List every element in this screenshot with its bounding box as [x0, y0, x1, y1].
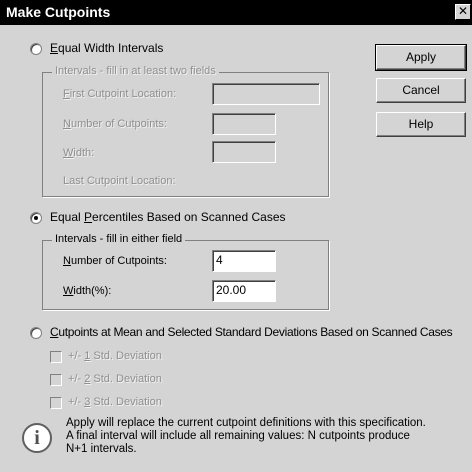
- title-bar[interactable]: Make Cutpoints ✕: [0, 0, 472, 25]
- last-cutpoint-label: Last Cutpoint Location:: [63, 175, 176, 187]
- equal-width-radio[interactable]: [30, 43, 42, 55]
- sd2-label: +/- 2 Std. Deviation: [68, 373, 162, 385]
- pct-num-cutpoints-field[interactable]: 4: [212, 250, 276, 272]
- first-cutpoint-field[interactable]: [212, 83, 320, 105]
- eq-width-num-cutpoints-field[interactable]: [212, 113, 276, 135]
- sd1-checkbox[interactable]: [50, 351, 62, 363]
- apply-button[interactable]: Apply: [375, 44, 467, 71]
- equal-percentiles-group: [42, 240, 329, 310]
- mean-sd-radio[interactable]: [30, 327, 42, 339]
- sd2-checkbox[interactable]: [50, 374, 62, 386]
- cancel-button[interactable]: Cancel: [376, 78, 466, 103]
- equal-width-label[interactable]: Equal Width Intervals: [50, 41, 163, 55]
- eq-width-width-label: Width:: [63, 147, 95, 159]
- equal-width-group-legend: Intervals - fill in at least two fields: [52, 65, 219, 77]
- pct-width-label: Width(%):: [63, 285, 112, 297]
- sd1-label: +/- 1 Std. Deviation: [68, 350, 162, 362]
- window-title: Make Cutpoints: [6, 4, 111, 20]
- mean-sd-label[interactable]: Cutpoints at Mean and Selected Standard …: [50, 325, 453, 339]
- info-message: Apply will replace the current cutpoint …: [66, 417, 466, 456]
- equal-percentiles-label[interactable]: Equal Percentiles Based on Scanned Cases: [50, 210, 286, 224]
- equal-percentiles-radio[interactable]: [30, 212, 42, 224]
- sd3-checkbox[interactable]: [50, 397, 62, 409]
- first-cutpoint-label: First Cutpoint Location:: [63, 88, 177, 100]
- eq-width-width-field[interactable]: [212, 141, 276, 163]
- sd3-label: +/- 3 Std. Deviation: [68, 396, 162, 408]
- info-line-3: N+1 intervals.: [66, 443, 137, 455]
- info-line-2: A final interval will include all remain…: [66, 430, 410, 442]
- info-icon: i: [22, 423, 52, 453]
- equal-percentiles-group-legend: Intervals - fill in either field: [52, 233, 186, 245]
- pct-width-field[interactable]: 20.00: [212, 280, 276, 302]
- info-line-1: Apply will replace the current cutpoint …: [66, 417, 426, 429]
- pct-num-cutpoints-label: Number of Cutpoints:: [63, 255, 167, 267]
- help-button[interactable]: Help: [376, 112, 466, 137]
- eq-width-num-cutpoints-label: Number of Cutpoints:: [63, 118, 167, 130]
- close-button[interactable]: ✕: [455, 4, 471, 20]
